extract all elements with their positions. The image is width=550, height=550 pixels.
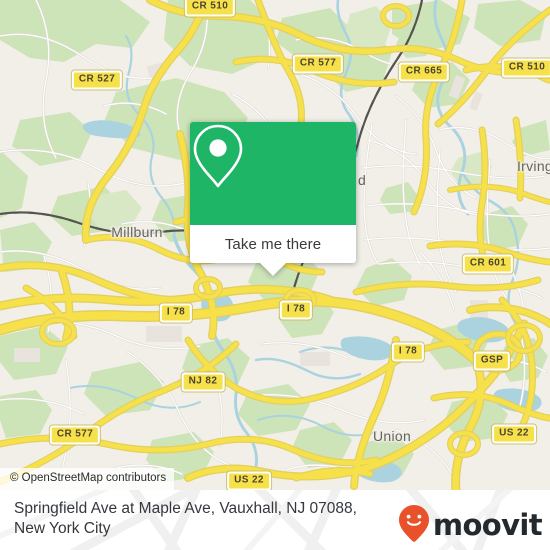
road-shield: CR 665 bbox=[398, 62, 450, 82]
address-text: Springfield Ave at Maple Ave, Vauxhall, … bbox=[14, 499, 406, 539]
road-shield: I 78 bbox=[391, 342, 425, 362]
popup-action-button[interactable]: Take me there bbox=[190, 225, 356, 263]
moovit-pin-icon bbox=[398, 504, 430, 547]
place-label-union: Union bbox=[372, 428, 412, 444]
road-shield: CR 577 bbox=[292, 54, 344, 74]
popup-header bbox=[190, 122, 356, 225]
road-shield: CR 601 bbox=[462, 254, 514, 274]
place-label-partial: d bbox=[357, 172, 367, 188]
map-attribution[interactable]: © OpenStreetMap contributors bbox=[0, 468, 175, 490]
footer-bar: Springfield Ave at Maple Ave, Vauxhall, … bbox=[0, 490, 550, 550]
road-shield: I 78 bbox=[159, 303, 193, 323]
moovit-logo[interactable]: moovit bbox=[398, 504, 543, 547]
road-shield: CR 510 bbox=[501, 58, 550, 78]
place-label-millburn: Millburn bbox=[111, 224, 163, 240]
road-shield: US 22 bbox=[492, 424, 536, 444]
road-shield: CR 510 bbox=[184, 0, 236, 17]
road-shield: CR 527 bbox=[71, 70, 123, 90]
address-line-1: Springfield Ave at Maple Ave, Vauxhall, … bbox=[14, 500, 357, 517]
map-canvas[interactable]: .pk{fill:#cde3b8} .pk2{fill:#d8e8c4} .wt… bbox=[0, 0, 550, 490]
moovit-wordmark: moovit bbox=[432, 508, 543, 542]
address-line-2: New York City bbox=[14, 520, 111, 537]
road-shield: NJ 82 bbox=[181, 372, 225, 392]
road-shield: CR 577 bbox=[49, 425, 101, 445]
road-shield: GSP bbox=[473, 351, 511, 371]
map-screenshot: .pk{fill:#cde3b8} .pk2{fill:#d8e8c4} .wt… bbox=[0, 0, 550, 550]
popup-tail bbox=[260, 263, 286, 276]
road-shield: US 22 bbox=[227, 471, 271, 490]
popup-action-label: Take me there bbox=[224, 235, 322, 253]
location-popup[interactable]: Take me there bbox=[190, 122, 356, 276]
place-label-irvington: Irving bbox=[516, 158, 550, 174]
road-shield: I 78 bbox=[279, 300, 313, 320]
